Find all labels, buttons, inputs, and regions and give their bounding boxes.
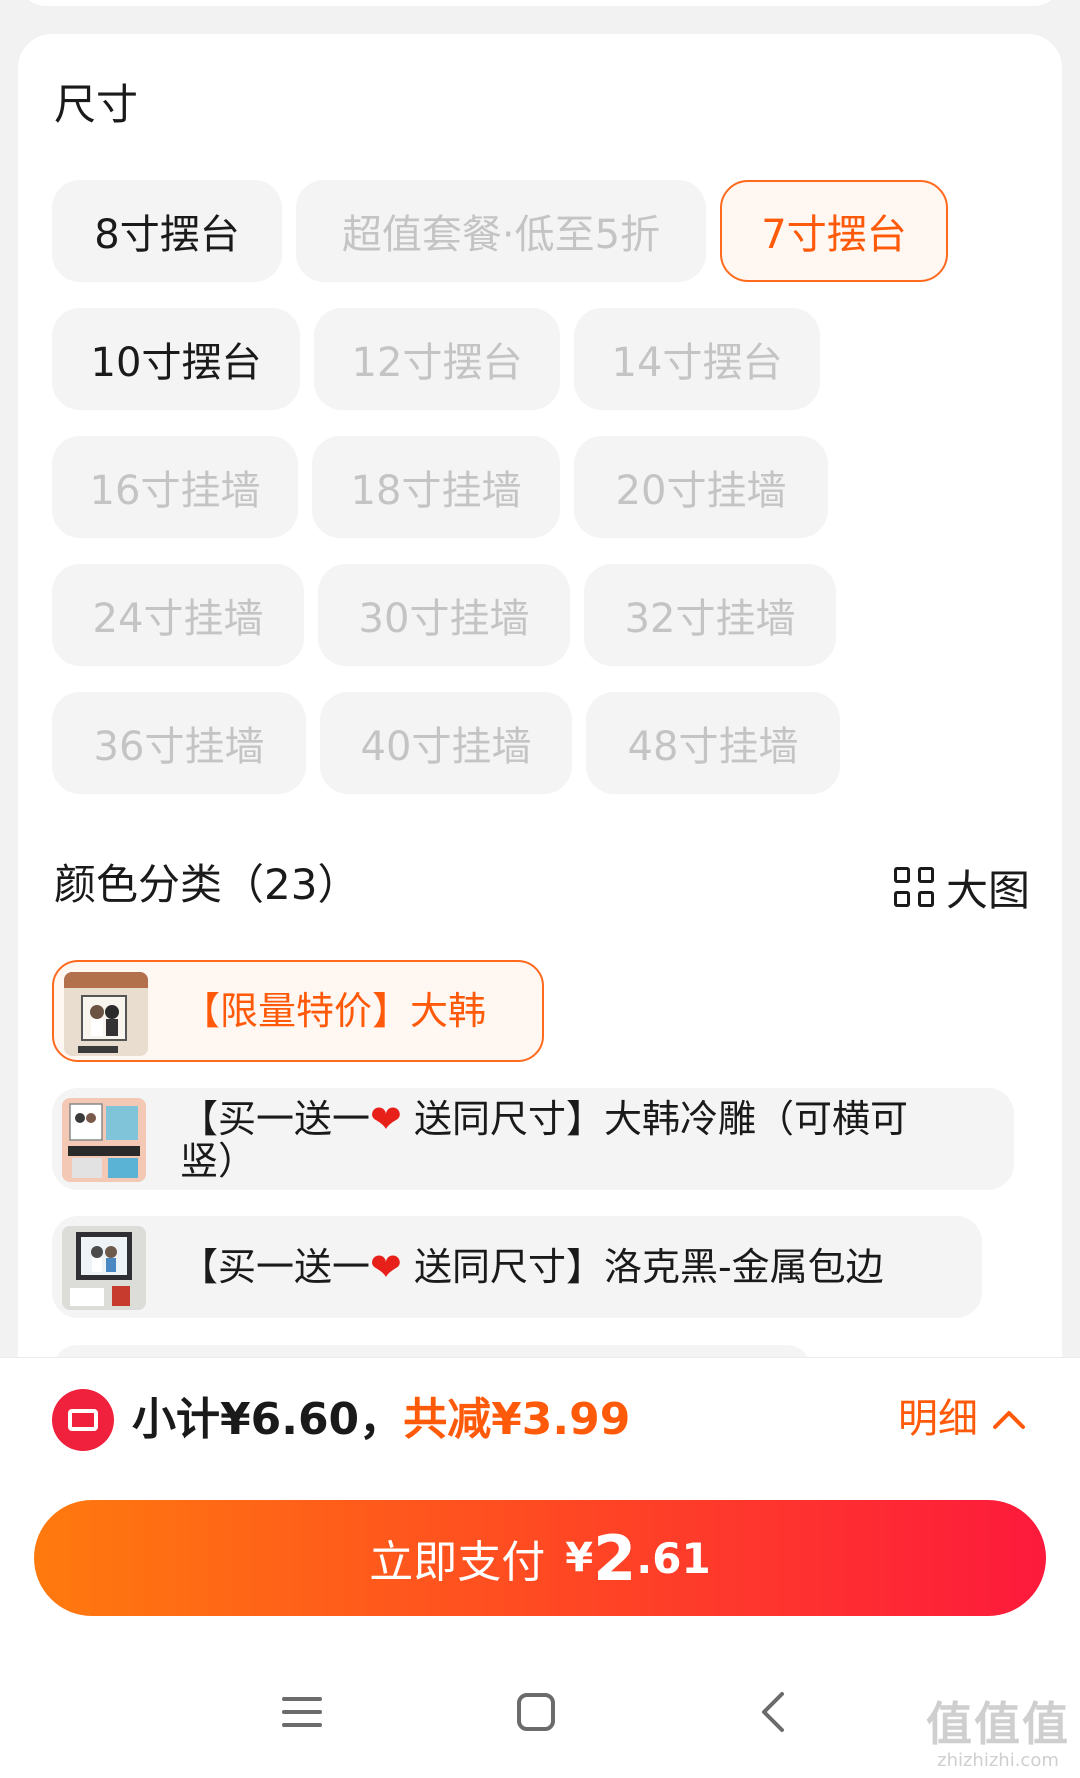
size-option-24-wall[interactable]: 24寸挂墙 xyxy=(52,564,304,666)
previous-card xyxy=(18,0,1062,6)
heart-icon: ❤ xyxy=(370,1097,402,1141)
color-option-limited-dahan[interactable]: 【限量特价】大韩 xyxy=(52,960,544,1062)
color-option-label: 【买一送一❤ 送同尺寸】洛克黑-金属包边 xyxy=(180,1245,884,1289)
subtotal-text: 小计¥6.60，共减¥3.99 xyxy=(132,1392,630,1448)
pay-now-label: 立即支付 xyxy=(369,1537,546,1588)
home-icon[interactable] xyxy=(514,1690,558,1734)
product-thumbnail xyxy=(62,1098,146,1182)
size-option-48-wall[interactable]: 48寸挂墙 xyxy=(586,692,840,794)
back-icon[interactable] xyxy=(752,1690,796,1734)
pay-amount-decimal: .61 xyxy=(636,1533,711,1583)
coupon-icon xyxy=(52,1389,114,1451)
pay-currency: ¥ xyxy=(565,1535,594,1581)
size-option-12-desk[interactable]: 12寸摆台 xyxy=(314,308,560,410)
size-option-7-desk[interactable]: 7寸摆台 xyxy=(720,180,948,282)
size-option-8-desk[interactable]: 8寸摆台 xyxy=(52,180,282,282)
big-view-toggle[interactable]: 大图 xyxy=(893,862,1030,915)
price-detail-toggle[interactable]: 明细 xyxy=(898,1394,1026,1444)
size-option-16-wall[interactable]: 16寸挂墙 xyxy=(52,436,298,538)
menu-icon[interactable] xyxy=(280,1690,324,1734)
subtotal-amount: 小计¥6.60， xyxy=(132,1394,404,1445)
heart-icon: ❤ xyxy=(370,1245,402,1289)
grid-view-icon xyxy=(893,867,934,907)
big-view-label: 大图 xyxy=(945,865,1030,915)
color-option-label-line1: 【买一送一❤ 送同尺寸】大韩冷雕（可横可 xyxy=(180,1097,908,1141)
size-option-36-wall[interactable]: 36寸挂墙 xyxy=(52,692,306,794)
color-section-title: 颜色分类（23） xyxy=(54,860,360,909)
color-option-bogo-dahan-engraved[interactable]: 【买一送一❤ 送同尺寸】大韩冷雕（可横可 竖） xyxy=(52,1088,1014,1190)
discount-amount: 共减¥3.99 xyxy=(403,1394,631,1445)
pay-amount-integer: 2 xyxy=(593,1521,637,1595)
watermark-url: zhizhizhi.com xyxy=(937,1750,1059,1771)
size-option-18-wall[interactable]: 18寸挂墙 xyxy=(312,436,560,538)
size-option-14-desk[interactable]: 14寸摆台 xyxy=(574,308,820,410)
chevron-up-icon xyxy=(993,1411,1025,1429)
size-option-30-wall[interactable]: 30寸挂墙 xyxy=(318,564,570,666)
product-thumbnail xyxy=(62,1226,146,1310)
color-option-label: 【限量特价】大韩 xyxy=(182,989,487,1033)
product-thumbnail xyxy=(64,972,148,1056)
size-option-40-wall[interactable]: 40寸挂墙 xyxy=(320,692,572,794)
detail-label: 明细 xyxy=(898,1396,978,1442)
size-option-value-bundle[interactable]: 超值套餐·低至5折 xyxy=(296,180,706,282)
color-option-bogo-rock-black[interactable]: 【买一送一❤ 送同尺寸】洛克黑-金属包边 xyxy=(52,1216,982,1318)
size-option-20-wall[interactable]: 20寸挂墙 xyxy=(574,436,828,538)
size-section-title: 尺寸 xyxy=(54,80,139,129)
watermark-logo: 值值值 xyxy=(926,1697,1070,1751)
size-option-10-desk[interactable]: 10寸摆台 xyxy=(52,308,300,410)
size-option-32-wall[interactable]: 32寸挂墙 xyxy=(584,564,836,666)
watermark: 值值值 zhizhizhi.com xyxy=(926,1688,1070,1771)
color-option-label-line2: 竖） xyxy=(180,1139,257,1183)
pay-now-button[interactable]: 立即支付 ¥ 2 .61 xyxy=(34,1500,1046,1616)
